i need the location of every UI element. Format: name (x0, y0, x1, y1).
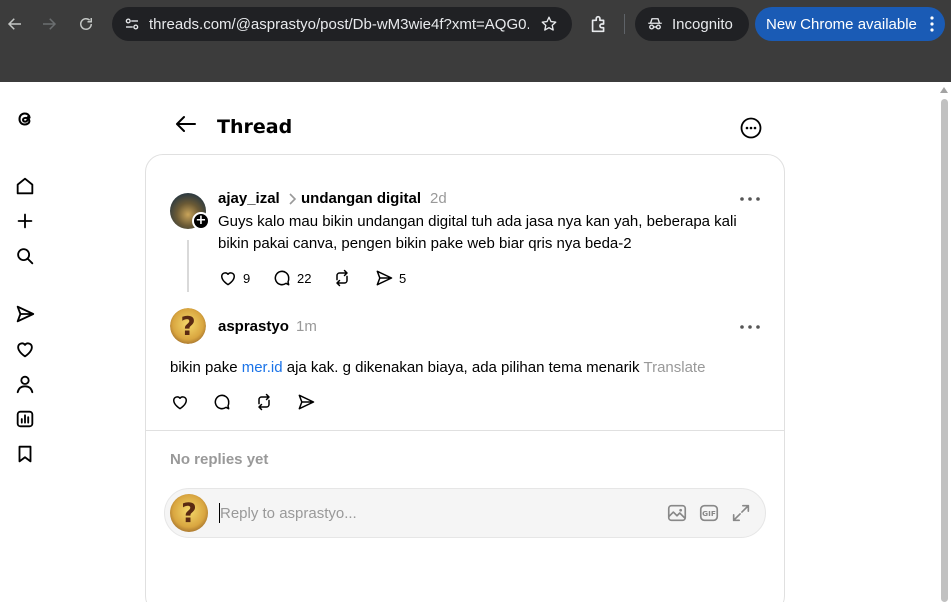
incognito-icon (648, 18, 662, 30)
parent-repost-button[interactable] (332, 268, 352, 288)
svg-text:GIF: GIF (702, 509, 716, 518)
parent-share-count: 5 (399, 270, 407, 286)
parent-text-line1: Guys kalo mau bikin undangan digital tuh… (218, 213, 737, 230)
parent-like-count: 9 (243, 270, 251, 286)
browser-strip (0, 48, 951, 82)
svg-text:?: ? (180, 312, 195, 342)
thread-back-button[interactable] (174, 112, 198, 136)
repost-icon (258, 393, 270, 411)
back-button[interactable] (3, 12, 27, 36)
no-replies-label: No replies yet (170, 451, 269, 468)
bookmark-star-icon[interactable] (540, 15, 558, 33)
thread-connector-line (187, 240, 189, 292)
heart-icon (173, 396, 187, 410)
composer-avatar: ? (170, 494, 208, 532)
svg-text:?: ? (181, 498, 197, 529)
send-icon (16, 305, 35, 323)
reply-repost-button[interactable] (254, 392, 274, 412)
follow-plus-icon[interactable]: + (192, 212, 210, 230)
home-icon (16, 177, 34, 195)
parent-text-line2: bikin pakai canva, pengen bikin pake web… (218, 235, 632, 252)
chevron-right-icon (289, 193, 297, 205)
new-chrome-label: New Chrome available (766, 15, 917, 33)
reply-input[interactable] (220, 502, 640, 524)
address-bar[interactable]: threads.com/@asprastyo/post/Db-wM3wie4f?… (112, 7, 572, 41)
threads-logo[interactable] (14, 108, 36, 130)
threads-logo-icon (18, 112, 31, 126)
parent-reply-button[interactable]: 22 (272, 268, 311, 288)
comment-icon (214, 394, 230, 410)
send-icon (298, 394, 315, 410)
reply-more-icon[interactable] (739, 324, 761, 330)
reply-timestamp[interactable]: 1m (296, 318, 317, 335)
nav-insights[interactable] (14, 408, 36, 430)
translate-link[interactable]: Translate (643, 359, 705, 376)
parent-reply-count: 22 (297, 270, 312, 286)
repost-icon (336, 269, 348, 287)
reply-text: bikin pake mer.id aja kak. g dikenakan b… (170, 357, 705, 379)
page-title: Thread (217, 116, 293, 138)
arrow-right-icon (43, 18, 57, 30)
parent-like-button[interactable]: 9 (218, 268, 250, 288)
parent-timestamp[interactable]: 2d (430, 190, 447, 207)
nav-search[interactable] (14, 245, 36, 267)
kebab-menu-icon[interactable] (929, 15, 935, 33)
new-chrome-available-button[interactable]: New Chrome available (755, 7, 945, 41)
arrow-left-icon (7, 18, 21, 30)
nav-create[interactable] (14, 210, 36, 232)
reply-text-after: aja kak. g dikenakan biaya, ada pilihan … (282, 359, 640, 376)
nav-profile[interactable] (14, 373, 36, 395)
reply-share-button[interactable] (296, 392, 316, 412)
heart-icon (221, 272, 235, 286)
nav-messages[interactable] (14, 303, 36, 325)
bookmark-icon (18, 445, 32, 463)
nav-activity[interactable] (14, 338, 36, 360)
scroll-up-arrow-icon[interactable] (940, 86, 948, 94)
nav-saved[interactable] (14, 443, 36, 465)
comment-icon (274, 270, 290, 286)
insights-chart-icon (16, 410, 34, 428)
extensions-puzzle-icon[interactable] (588, 13, 610, 35)
url-text[interactable]: threads.com/@asprastyo/post/Db-wM3wie4f?… (149, 16, 529, 33)
toolbar-separator (624, 14, 625, 34)
search-icon (17, 248, 34, 265)
incognito-indicator[interactable]: Incognito (635, 7, 749, 41)
reply-author-name[interactable]: asprastyo (218, 318, 289, 335)
parent-topic-tag[interactable]: undangan digital (301, 190, 421, 207)
reply-author-avatar[interactable]: ? (170, 308, 206, 344)
expand-icon[interactable] (730, 502, 752, 524)
reply-text-before: bikin pake (170, 359, 242, 376)
plus-icon (17, 213, 33, 229)
image-attach-icon[interactable] (666, 502, 688, 524)
heart-icon (17, 342, 33, 358)
mer-id-link[interactable]: mer.id (242, 359, 283, 376)
send-icon (376, 270, 393, 286)
site-settings-icon[interactable] (123, 15, 141, 33)
reload-button[interactable] (74, 12, 98, 36)
reload-icon (80, 18, 92, 30)
parent-more-icon[interactable] (739, 196, 761, 202)
reply-like-button[interactable] (170, 392, 190, 412)
forward-button[interactable] (37, 12, 61, 36)
nav-home[interactable] (14, 175, 36, 197)
gif-icon[interactable]: GIF (698, 502, 720, 524)
user-icon (16, 375, 34, 394)
thread-options-button[interactable] (739, 116, 763, 140)
parent-author-name[interactable]: ajay_izal (218, 190, 280, 207)
parent-share-button[interactable]: 5 (374, 268, 406, 288)
scrollbar-thumb[interactable] (941, 99, 948, 602)
replies-divider (146, 430, 784, 431)
incognito-label: Incognito (672, 15, 733, 33)
reply-reply-button[interactable] (212, 392, 232, 412)
